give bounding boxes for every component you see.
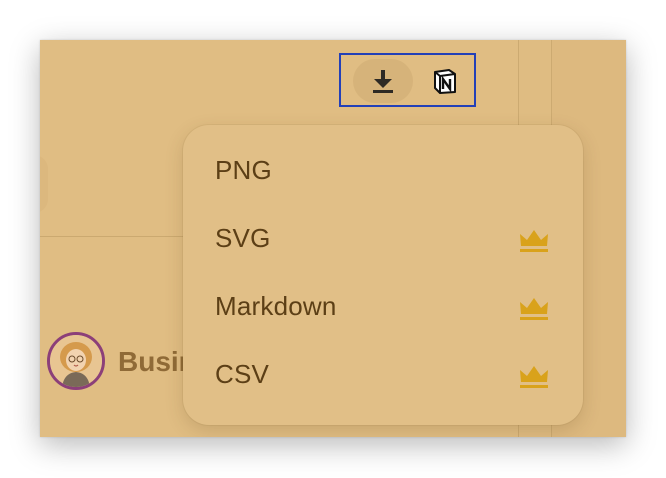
crown-icon (520, 366, 548, 388)
menu-item-label: CSV (215, 359, 270, 389)
notion-button[interactable] (429, 65, 461, 97)
menu-item-label: SVG (215, 223, 271, 253)
app-window: Busin PNG SVG Markdown CSV (40, 40, 626, 437)
menu-item-svg[interactable]: SVG (183, 209, 583, 273)
menu-item-csv[interactable]: CSV (183, 345, 583, 409)
export-toolbar (339, 53, 476, 107)
download-icon (373, 70, 393, 93)
notion-icon (434, 69, 456, 94)
export-format-menu: PNG SVG Markdown CSV (183, 125, 583, 425)
menu-item-label: PNG (215, 155, 272, 185)
avatar-image (50, 335, 102, 387)
crown-icon (520, 298, 548, 320)
menu-item-markdown[interactable]: Markdown (183, 277, 583, 341)
avatar[interactable] (47, 332, 105, 390)
download-button[interactable] (353, 59, 413, 103)
menu-item-png[interactable]: PNG (183, 141, 583, 205)
crown-icon (520, 230, 548, 252)
left-edge-handle[interactable] (40, 155, 48, 213)
menu-item-label: Markdown (215, 291, 337, 321)
